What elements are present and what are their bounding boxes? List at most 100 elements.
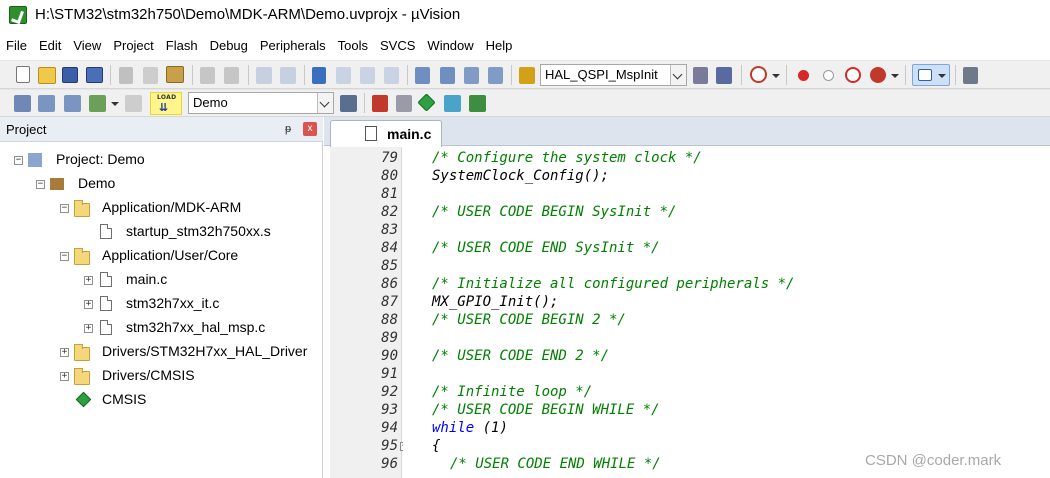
chevron-down-icon[interactable]: [670, 65, 686, 85]
manage-project-items-icon[interactable]: [372, 95, 388, 112]
translate-icon[interactable]: [14, 95, 31, 112]
line-number: 93: [381, 402, 398, 418]
collapse-icon[interactable]: −: [14, 156, 23, 165]
tree-node-label: main.c: [126, 271, 168, 287]
indent-icon[interactable]: [415, 67, 430, 84]
pack-installer-icon[interactable]: [444, 95, 461, 112]
find-in-files-icon[interactable]: [519, 67, 535, 84]
project-panel-header: Project ᵽ x: [0, 117, 323, 142]
software-packs-icon[interactable]: [469, 95, 486, 112]
line-number: 79: [381, 150, 398, 166]
line-number: 86: [381, 276, 398, 292]
tree-node-target[interactable]: − Demo: [0, 174, 320, 194]
menu-help[interactable]: Help: [480, 35, 519, 57]
collapse-icon[interactable]: −: [60, 204, 69, 213]
main-toolbar: HAL_QSPI_MspInit: [0, 60, 1050, 89]
incremental-find-icon[interactable]: [716, 67, 732, 84]
uncomment-selection-icon[interactable]: [488, 67, 503, 84]
insert-breakpoint-icon[interactable]: [798, 70, 809, 81]
new-file-icon[interactable]: [16, 66, 30, 83]
chevron-down-icon[interactable]: [772, 74, 780, 78]
comment-selection-icon[interactable]: [464, 67, 479, 84]
tree-node-folder[interactable]: − Application/MDK-ARM: [0, 198, 320, 218]
file-icon: [100, 320, 112, 335]
redo-icon[interactable]: [224, 67, 239, 84]
chevron-down-icon[interactable]: [891, 74, 899, 78]
menu-svcs[interactable]: SVCS: [374, 35, 421, 57]
menu-debug[interactable]: Debug: [204, 35, 254, 57]
open-file-icon[interactable]: [38, 67, 56, 84]
tree-node-folder[interactable]: + Drivers/CMSIS: [0, 366, 320, 386]
disable-breakpoints-icon[interactable]: [845, 67, 861, 83]
load-download-button[interactable]: LOAD ⇊: [150, 92, 182, 115]
configure-wrench-icon[interactable]: [963, 67, 978, 84]
title-bar: H:\STM32\stm32h750\Demo\MDK-ARM\Demo.uvp…: [0, 0, 1050, 32]
undo-icon[interactable]: [200, 67, 215, 84]
tree-node-label: Application/User/Core: [102, 247, 239, 263]
tree-node-folder[interactable]: + Drivers/STM32H7xx_HAL_Driver: [0, 342, 320, 362]
chevron-down-icon[interactable]: [317, 93, 333, 113]
code-line: /* USER CODE BEGIN WHILE */: [432, 402, 660, 418]
chevron-down-icon[interactable]: [938, 74, 946, 78]
pin-icon[interactable]: ᵽ: [282, 123, 294, 135]
tree-node-component[interactable]: CMSIS: [0, 390, 320, 410]
copy-icon[interactable]: [143, 67, 158, 84]
tree-node-label: CMSIS: [102, 391, 147, 407]
function-combo[interactable]: HAL_QSPI_MspInit: [540, 64, 687, 86]
tree-node-file[interactable]: + stm32h7xx_hal_msp.c: [0, 318, 320, 338]
manage-run-time-environment-icon[interactable]: [417, 93, 436, 112]
build-icon[interactable]: [38, 95, 55, 112]
find-icon[interactable]: [693, 67, 708, 84]
tree-node-file[interactable]: startup_stm32h750xx.s: [0, 222, 320, 242]
tree-node-file[interactable]: + stm32h7xx_it.c: [0, 294, 320, 314]
expand-icon[interactable]: +: [84, 276, 93, 285]
tab-main-c[interactable]: main.c: [330, 120, 442, 147]
chevron-down-icon[interactable]: [111, 102, 119, 106]
tree-node-file[interactable]: + main.c: [0, 270, 320, 290]
batch-build-icon[interactable]: [89, 95, 106, 112]
menu-peripherals[interactable]: Peripherals: [254, 35, 332, 57]
bookmark-icon[interactable]: [312, 67, 326, 84]
next-bookmark-icon[interactable]: [360, 67, 375, 84]
menu-flash[interactable]: Flash: [160, 35, 204, 57]
collapse-icon[interactable]: −: [36, 180, 45, 189]
menu-project[interactable]: Project: [107, 35, 159, 57]
kill-breakpoints-icon[interactable]: [870, 67, 886, 83]
paste-icon[interactable]: [166, 66, 184, 83]
menu-edit[interactable]: Edit: [33, 35, 67, 57]
unindent-icon[interactable]: [440, 67, 455, 84]
previous-bookmark-icon[interactable]: [336, 67, 351, 84]
navigate-forward-icon[interactable]: [280, 67, 296, 84]
enable-breakpoint-icon[interactable]: [823, 70, 834, 81]
folder-icon: [74, 200, 90, 217]
target-combo[interactable]: Demo: [188, 92, 334, 114]
code-text-area[interactable]: /* Configure the system clock */ SystemCl…: [403, 147, 1050, 478]
close-icon[interactable]: x: [303, 122, 317, 136]
navigate-back-icon[interactable]: [256, 67, 272, 84]
cut-icon[interactable]: [119, 67, 133, 84]
select-packs-icon[interactable]: [396, 95, 412, 112]
expand-icon[interactable]: +: [84, 324, 93, 333]
menu-window[interactable]: Window: [421, 35, 479, 57]
save-all-icon[interactable]: [86, 67, 103, 83]
tree-node-project[interactable]: − Project: Demo: [0, 150, 320, 170]
expand-icon[interactable]: +: [60, 372, 69, 381]
menu-view[interactable]: View: [67, 35, 107, 57]
tree-node-label: Demo: [78, 175, 116, 191]
tree-node-folder[interactable]: − Application/User/Core: [0, 246, 320, 266]
menu-tools[interactable]: Tools: [332, 35, 374, 57]
expand-icon[interactable]: +: [60, 348, 69, 357]
clear-bookmarks-icon[interactable]: [384, 67, 399, 84]
code-line: /* USER CODE BEGIN 2 */: [432, 312, 626, 328]
target-combo-value: Demo: [193, 95, 228, 110]
debug-session-icon[interactable]: [750, 66, 767, 83]
menu-file[interactable]: File: [0, 35, 33, 57]
stop-build-icon[interactable]: [125, 95, 142, 112]
rebuild-icon[interactable]: [64, 95, 81, 112]
file-icon: [100, 272, 112, 287]
expand-icon[interactable]: +: [84, 300, 93, 309]
save-icon[interactable]: [62, 67, 78, 83]
window-layout-icon: [918, 69, 932, 81]
target-options-icon[interactable]: [340, 95, 357, 112]
collapse-icon[interactable]: −: [60, 252, 69, 261]
